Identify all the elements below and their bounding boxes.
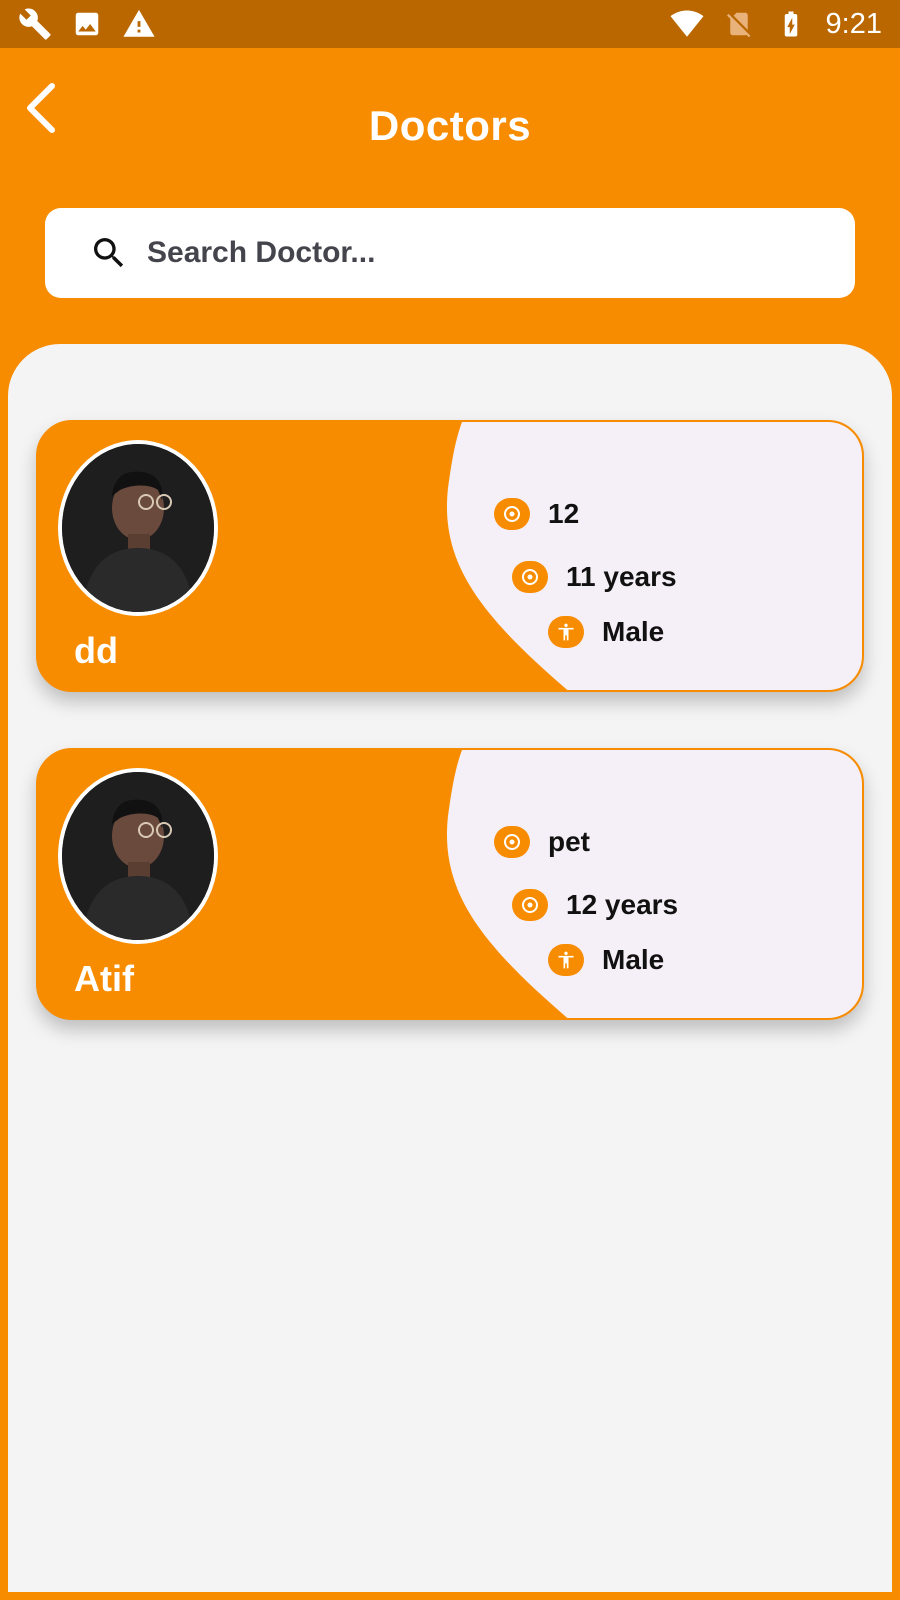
battery-charging-icon — [774, 7, 808, 41]
app-bar: Doctors — [0, 48, 900, 208]
page-title: Doctors — [368, 102, 532, 149]
wifi-icon — [670, 7, 704, 41]
person-icon — [548, 616, 584, 648]
image-icon — [70, 7, 104, 41]
experience-text: 11 years — [566, 561, 677, 592]
experience-row: 11 years — [512, 561, 677, 593]
target-icon — [494, 498, 530, 530]
specialty-text: 12 — [548, 498, 580, 529]
specialty-row: 12 — [494, 498, 579, 530]
doctor-name: Atif — [74, 958, 134, 999]
gender-row: Male — [548, 616, 664, 648]
doctor-name: dd — [74, 630, 118, 671]
status-time: 9:21 — [825, 7, 882, 40]
target-icon — [494, 826, 530, 858]
status-bar: 9:21 — [0, 0, 900, 48]
gender-row: Male — [548, 944, 664, 976]
specialty-row: pet — [494, 826, 590, 858]
status-left-icons — [18, 7, 156, 41]
target-icon — [512, 561, 548, 593]
gender-text: Male — [602, 944, 665, 975]
doctor-card[interactable]: Atif pet 12 years Male — [36, 748, 864, 1020]
target-icon — [512, 889, 548, 921]
avatar — [58, 440, 218, 616]
experience-row: 12 years — [512, 889, 678, 921]
specialty-text: pet — [548, 826, 590, 857]
gender-text: Male — [602, 616, 665, 647]
wrench-icon — [18, 7, 52, 41]
person-icon — [548, 944, 584, 976]
avatar — [58, 768, 218, 944]
warning-icon — [122, 7, 156, 41]
doctor-card[interactable]: dd 12 11 years Male — [36, 420, 864, 692]
search-input[interactable] — [147, 236, 787, 270]
status-right-icons: 9:21 — [670, 7, 882, 41]
no-sim-icon — [722, 7, 756, 41]
search-bar[interactable] — [45, 208, 855, 298]
search-icon — [89, 233, 129, 273]
experience-text: 12 years — [566, 889, 679, 920]
